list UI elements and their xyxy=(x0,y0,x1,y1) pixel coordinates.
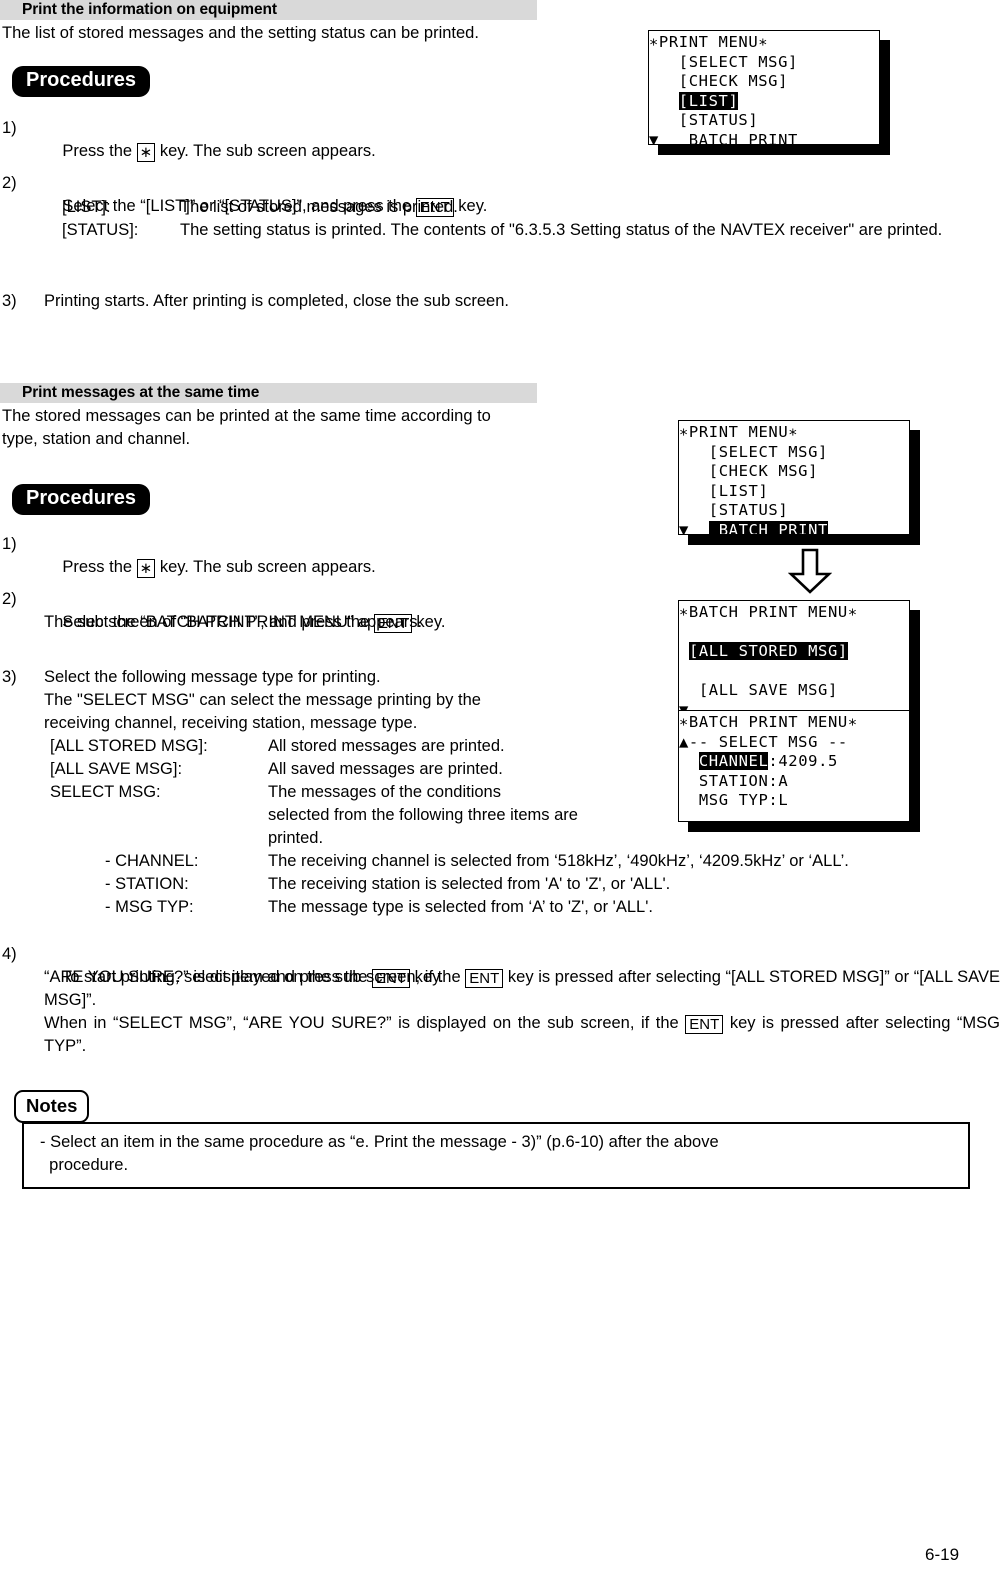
section2-step3-line3: receiving channel, receiving station, me… xyxy=(44,714,418,732)
subrow-desc-msgtyp: The message type is selected from ‘A’ to… xyxy=(268,898,653,916)
lcd-line: [CHECK MSG] xyxy=(649,72,789,90)
procedures-pill-2: Procedures xyxy=(12,484,151,515)
lcd-line: [SELECT MSG] xyxy=(649,52,798,71)
lcd-line: [SELECT MSG] xyxy=(679,442,828,461)
section2-intro-line2: type, station and channel. xyxy=(2,430,191,448)
lcd-line: [STATUS] xyxy=(649,111,759,129)
section2-step4-para3: When in “SELECT MSG”, “ARE YOU SURE?” is… xyxy=(44,1012,1000,1058)
lcd-line xyxy=(679,662,909,682)
section1-intro: The list of stored messages and the sett… xyxy=(2,24,479,42)
document-page: Print the information on equipment The l… xyxy=(0,0,1004,1580)
section2-step2-line2: The sub screen of “BATCH PRINT MENU” app… xyxy=(44,613,423,631)
lcd-line: STATION:A xyxy=(679,771,789,790)
lcd-line: [CHECK MSG] xyxy=(679,462,819,480)
row-desc-select-msg-cont2: printed. xyxy=(268,829,324,847)
lcd-display-2: ∗PRINT MENU∗ [SELECT MSG] [CHECK MSG] [L… xyxy=(678,420,910,535)
section2-step2-number: 2) xyxy=(2,590,17,608)
procedures-pill-1: Procedures xyxy=(12,66,151,97)
section2-step4-para2: “ARE YOU SURE?” is displayed on the sub … xyxy=(44,966,1000,1012)
lcd-selected-item[interactable]: [LIST] xyxy=(678,91,739,110)
lcd-line: ▲-- SELECT MSG -- xyxy=(679,732,848,751)
section1-step3-number: 3) xyxy=(2,292,17,310)
notes-line-2: procedure. xyxy=(40,1156,129,1174)
lcd-line: [ALL STORED MSG] xyxy=(679,642,909,662)
lcd-line: [LIST] xyxy=(679,481,769,500)
lcd-line: ∗PRINT MENU∗ xyxy=(649,33,769,51)
subrow-term-station: - STATION: xyxy=(105,875,189,893)
row-term-all-save: [ALL SAVE MSG]: xyxy=(50,760,183,778)
section-header-print-info: Print the information on equipment xyxy=(0,0,537,20)
section1-step3-text: Printing starts. After printing is compl… xyxy=(44,292,509,310)
section1-status-desc: The setting status is printed. The conte… xyxy=(180,221,943,239)
step1-text-a: Press the xyxy=(62,142,133,160)
lcd-line: [LIST] xyxy=(649,91,879,112)
star-key-cap[interactable]: ∗ xyxy=(136,143,156,162)
lcd-line: CHANNEL:4209.5 xyxy=(698,752,838,770)
notes-tab-label: Notes xyxy=(14,1090,90,1123)
section2-step3-line2: The "SELECT MSG" can select the message … xyxy=(44,691,481,709)
row-desc-select-msg: The messages of the conditions xyxy=(268,783,501,801)
section2-step3-line1: Select the following message type for pr… xyxy=(44,668,381,686)
lcd-line: MSG TYP:L xyxy=(679,791,789,809)
down-arrow-icon xyxy=(787,548,833,599)
lcd-line: ∗BATCH PRINT MENU∗ xyxy=(679,713,858,731)
s4p2-a: “ARE YOU SURE?” is displayed on the sub … xyxy=(44,968,461,986)
s2-step1-text-b: key. The sub screen appears. xyxy=(159,558,376,576)
lcd-line: [ALL SAVE MSG] xyxy=(679,681,838,699)
lcd-line xyxy=(679,811,909,822)
s4p3-a: When in “SELECT MSG”, “ARE YOU SURE?” is… xyxy=(44,1014,679,1032)
section1-step1-number: 1) xyxy=(2,119,17,137)
subrow-desc-channel: The receiving channel is selected from ‘… xyxy=(268,852,849,870)
lcd-selected-item[interactable]: BATCH PRINT xyxy=(708,520,828,534)
section2-step1-number: 1) xyxy=(2,535,17,553)
subrow-desc-station: The receiving station is selected from '… xyxy=(268,875,671,893)
lcd-display-3: ∗BATCH PRINT MENU∗ [ALL STORED MSG] [ALL… xyxy=(678,600,910,712)
subrow-term-channel: - CHANNEL: xyxy=(105,852,199,870)
lcd-selected-item[interactable]: CHANNEL xyxy=(698,752,769,770)
star-key-cap-2[interactable]: ∗ xyxy=(136,559,156,578)
step1-text-b: key. The sub screen appears. xyxy=(159,142,376,160)
lcd-line: [STATUS] xyxy=(679,501,789,519)
notes-line-1: - Select an item in the same procedure a… xyxy=(40,1133,719,1151)
lcd-line: ▼ BATCH PRINT xyxy=(649,130,798,145)
section1-list-term: [LIST]: xyxy=(62,198,111,216)
lcd-line: ▼ BATCH PRINT xyxy=(679,520,909,534)
section1-status-term: [STATUS]: xyxy=(62,221,139,239)
lcd-display-4: ∗BATCH PRINT MENU∗ ▲-- SELECT MSG -- CHAN… xyxy=(678,710,910,822)
row-desc-all-save: All saved messages are printed. xyxy=(268,760,503,778)
row-term-select-msg: SELECT MSG: xyxy=(50,783,161,801)
row-desc-select-msg-cont1: selected from the following three items … xyxy=(268,806,578,824)
step2-text-b: key. xyxy=(458,197,488,215)
row-desc-all-stored: All stored messages are printed. xyxy=(268,737,505,755)
section2-step3-number: 3) xyxy=(2,668,17,686)
lcd-screen-print-menu-list: ∗PRINT MENU∗ [SELECT MSG] [CHECK MSG] [L… xyxy=(648,30,890,155)
lcd-screen-print-menu-batch: ∗PRINT MENU∗ [SELECT MSG] [CHECK MSG] [L… xyxy=(678,420,920,545)
lcd-line xyxy=(679,623,909,643)
ent-key-cap-4[interactable]: ENT xyxy=(465,969,504,988)
page-number: 6-19 xyxy=(925,1545,960,1564)
section1-step2-number: 2) xyxy=(2,174,17,192)
section1-list-desc: The list of stored messages is printed. xyxy=(180,198,458,216)
section2-step4-number: 4) xyxy=(2,945,17,963)
ent-key-cap-5[interactable]: ENT xyxy=(685,1015,724,1034)
lcd-line: ∗PRINT MENU∗ xyxy=(679,423,799,441)
lcd-screen-batch-print-menu-select: ∗BATCH PRINT MENU∗ ▲-- SELECT MSG -- CHAN… xyxy=(678,710,920,832)
section-header-print-same-time: Print messages at the same time xyxy=(0,383,537,403)
lcd-screen-batch-print-menu-top: ∗BATCH PRINT MENU∗ [ALL STORED MSG] [ALL… xyxy=(678,600,920,722)
row-term-all-stored: [ALL STORED MSG]: xyxy=(50,737,208,755)
subrow-term-msgtyp: - MSG TYP: xyxy=(105,898,194,916)
lcd-line: ∗BATCH PRINT MENU∗ xyxy=(679,603,858,621)
section2-intro-line1: The stored messages can be printed at th… xyxy=(2,407,491,425)
s2-step1-text-a: Press the xyxy=(62,558,133,576)
lcd-display-1: ∗PRINT MENU∗ [SELECT MSG] [CHECK MSG] [L… xyxy=(648,30,880,145)
lcd-selected-item[interactable]: [ALL STORED MSG] xyxy=(688,642,848,660)
